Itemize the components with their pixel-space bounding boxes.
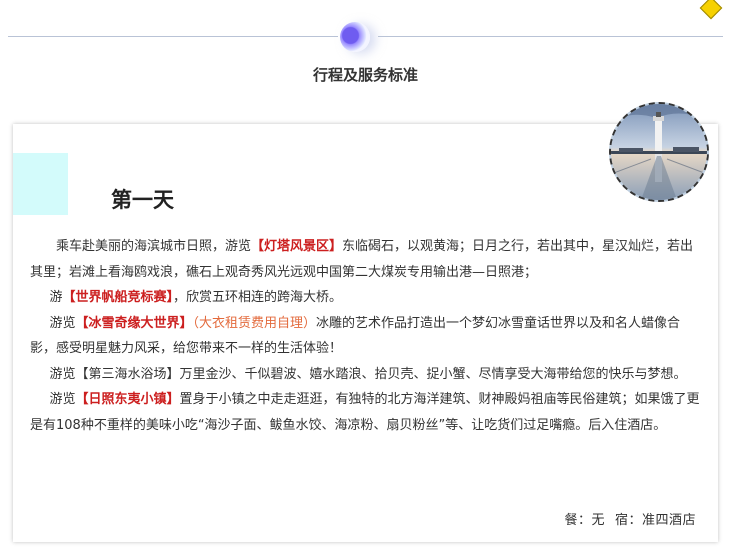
paragraph-3: 游览【冰雪奇缘大世界】（大衣租赁费用自理）冰雕的艺术作品打造出一个梦幻冰雪童话世… (30, 315, 681, 357)
lighthouse-photo (609, 102, 709, 202)
itinerary-text: 乘车赴美丽的海滨城市日照，游览【灯塔风景区】东临碣石，以观黄海；日月之行，若出其… (30, 234, 700, 438)
divider-line-left (8, 36, 338, 37)
cost-note: （大衣租赁费用自理） (192, 315, 317, 331)
meal-info: 餐：无 (564, 513, 605, 528)
spot-ice-world: 【冰雪奇缘大世界】 (75, 315, 193, 331)
paragraph-2: 游【世界帆船竞标赛】，欣赏五环相连的跨海大桥。 (49, 290, 343, 305)
spot-dongyi-town: 【日照东夷小镇】 (75, 392, 180, 407)
diamond-icon (699, 0, 723, 20)
paragraph-1: 乘车赴美丽的海滨城市日照，游览【灯塔风景区】东临碣石，以观黄海；日月之行，若出其… (30, 239, 694, 280)
divider-line-right (378, 36, 723, 37)
meals-hotel: 餐：无 宿：准四酒店 (564, 509, 696, 528)
spot-lighthouse: 【灯塔风景区】 (251, 239, 343, 254)
lighthouse-photo-drawing (611, 104, 707, 200)
paragraph-4: 游览【第三海水浴场】万里金沙、千似碧波、嬉水踏浪、拾贝壳、捉小蟹、尽情享受大海带… (49, 366, 687, 382)
spot-sailing: 【世界帆船竞标赛】 (62, 290, 174, 305)
day-title: 第一天 (111, 188, 174, 212)
hotel-info: 宿：准四酒店 (614, 513, 696, 528)
gradient-orb-icon (340, 22, 370, 52)
itinerary-card: 第一天 乘车赴美丽的海滨城市日照，游览【灯塔风景区】东临碣石，以观黄海；日月之行… (13, 102, 718, 542)
section-title: 行程及服务标准 (312, 66, 418, 84)
paragraph-5: 游览【日照东夷小镇】置身于小镇之中走走逛逛，有独特的北方海洋建筑、财神殿妈祖庙等… (30, 392, 700, 433)
accent-block (13, 153, 68, 215)
